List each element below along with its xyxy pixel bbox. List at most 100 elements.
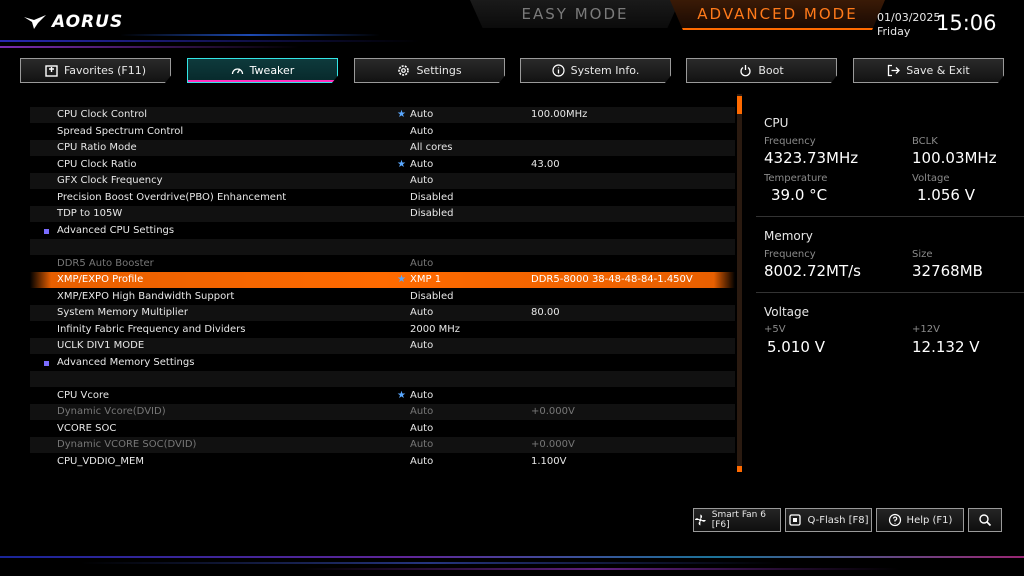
tab-settings[interactable]: Settings [354,58,505,83]
spacer-row [30,239,735,255]
setting-memory-multiplier[interactable]: System Memory Multiplier Auto 80.00 [30,305,735,321]
tab-boot[interactable]: Boot [686,58,837,83]
setting-cpu-clock-ratio[interactable]: CPU Clock Ratio ★ Auto 43.00 [30,157,735,173]
setting-value[interactable]: Auto [410,454,433,470]
setting-label: UCLK DIV1 MODE [57,340,145,351]
setting-value2: 1.100V [531,456,567,467]
memory-size-label: Size [912,249,933,260]
smart-fan-label: Smart Fan 6 [F6] [711,510,766,530]
favorites-icon [45,65,58,77]
help-button[interactable]: Help (F1) [876,508,964,532]
setting-value[interactable]: Disabled [410,206,453,222]
gear-icon [398,65,410,76]
hardware-monitor-panel: CPU Frequency 4323.73MHz BCLK 100.03MHz … [756,105,1024,475]
cpu-section-title: CPU [764,116,789,130]
setting-pbo-enhancement[interactable]: Precision Boost Overdrive(PBO) Enhanceme… [30,190,735,206]
setting-label: XMP/EXPO High Bandwidth Support [57,291,235,302]
panel-divider [756,292,1024,293]
setting-value[interactable]: Disabled [410,190,453,206]
info-icon [552,64,565,77]
setting-value2: +0.000V [531,439,575,450]
tab-label: Save & Exit [906,64,970,77]
qflash-button[interactable]: Q-Flash [F8] [785,508,872,532]
setting-dynamic-vcore-soc[interactable]: Dynamic VCORE SOC(DVID) Auto +0.000V [30,437,735,453]
tab-label: Tweaker [249,64,295,77]
v12-label: +12V [912,324,940,335]
setting-label: Advanced CPU Settings [57,225,175,236]
setting-value[interactable]: Disabled [410,289,453,305]
favorite-star-icon[interactable]: ★ [397,107,406,123]
tab-favorites[interactable]: Favorites (F11) [20,58,171,83]
scrollbar-thumb[interactable] [737,96,742,114]
setting-label: CPU Clock Control [57,109,148,120]
setting-value[interactable]: Auto [410,404,433,420]
setting-label: Spread Spectrum Control [57,126,184,137]
tab-label: Boot [758,64,784,77]
submenu-advanced-memory[interactable]: Advanced Memory Settings [30,355,735,371]
setting-xmp-expo-profile[interactable]: XMP/EXPO Profile ★ XMP 1 DDR5-8000 38-48… [30,272,735,288]
favorite-star-icon[interactable]: ★ [397,272,406,288]
smart-fan-button[interactable]: Smart Fan 6 [F6] [693,508,781,532]
setting-value[interactable]: All cores [410,140,452,156]
setting-value[interactable]: Auto [410,107,433,123]
qflash-icon [789,514,802,526]
tab-tweaker[interactable]: Tweaker [187,58,338,83]
speedometer-icon [231,68,243,75]
memory-frequency-value: 8002.72MT/s [764,262,862,280]
setting-value[interactable]: Auto [410,173,433,189]
setting-ddr5-auto-booster[interactable]: DDR5 Auto Booster Auto [30,256,735,272]
setting-uclk-div1[interactable]: UCLK DIV1 MODE Auto [30,338,735,354]
setting-value[interactable]: Auto [410,305,433,321]
setting-cpu-vcore[interactable]: CPU Vcore ★ Auto [30,388,735,404]
cpu-temperature-value: 39.0 °C [771,186,828,204]
v5-label: +5V [764,324,786,335]
memory-size-value: 32768MB [912,262,983,280]
mode-switch: EASY MODE ADVANCED MODE [470,0,900,30]
bclk-value: 100.03MHz [912,149,997,167]
settings-scrollbar[interactable] [737,94,742,472]
favorite-star-icon[interactable]: ★ [397,157,406,173]
setting-vcore-soc[interactable]: VCORE SOC Auto [30,421,735,437]
setting-label: Dynamic Vcore(DVID) [57,406,166,417]
setting-label: CPU Ratio Mode [57,142,137,153]
setting-tdp-105w[interactable]: TDP to 105W Disabled [30,206,735,222]
setting-value[interactable]: Auto [410,124,433,140]
tab-system-info[interactable]: System Info. [520,58,671,83]
setting-cpu-vddio-mem[interactable]: CPU_VDDIO_MEM Auto 1.100V [30,454,735,470]
setting-value[interactable]: Auto [410,256,433,272]
day-text: Friday [877,25,911,38]
setting-value[interactable]: XMP 1 [410,272,441,288]
setting-cpu-clock-control[interactable]: CPU Clock Control ★ Auto 100.00MHz [30,107,735,123]
setting-xmp-high-bandwidth[interactable]: XMP/EXPO High Bandwidth Support Disabled [30,289,735,305]
search-button[interactable] [968,508,1002,532]
setting-label: Dynamic VCORE SOC(DVID) [57,439,197,450]
setting-value[interactable]: Auto [410,338,433,354]
setting-value[interactable]: 2000 MHz [410,322,460,338]
setting-label: VCORE SOC [57,423,117,434]
setting-value[interactable]: Auto [410,437,433,453]
cpu-voltage-label: Voltage [912,173,950,184]
setting-value[interactable]: Auto [410,388,433,404]
setting-value2: +0.000V [531,406,575,417]
setting-value[interactable]: Auto [410,157,433,173]
setting-cpu-ratio-mode[interactable]: CPU Ratio Mode All cores [30,140,735,156]
favorite-star-icon[interactable]: ★ [397,388,406,404]
setting-value2: 43.00 [531,159,560,170]
advanced-mode-button[interactable]: ADVANCED MODE [670,0,885,30]
setting-value[interactable]: Auto [410,421,433,437]
tab-label: Favorites (F11) [63,64,147,77]
bclk-label: BCLK [912,136,938,147]
submenu-bullet-icon [44,361,49,366]
submenu-advanced-cpu[interactable]: Advanced CPU Settings [30,223,735,239]
setting-dynamic-vcore[interactable]: Dynamic Vcore(DVID) Auto +0.000V [30,404,735,420]
setting-gfx-clock[interactable]: GFX Clock Frequency Auto [30,173,735,189]
setting-spread-spectrum[interactable]: Spread Spectrum Control Auto [30,124,735,140]
setting-infinity-fabric[interactable]: Infinity Fabric Frequency and Dividers 2… [30,322,735,338]
setting-label: CPU_VDDIO_MEM [57,456,144,467]
main-tabs: Favorites (F11) Tweaker Settings System … [20,58,1004,84]
easy-mode-button[interactable]: EASY MODE [470,0,680,28]
cpu-frequency-value: 4323.73MHz [764,149,859,167]
help-label: Help (F1) [906,514,953,526]
tab-save-exit[interactable]: Save & Exit [853,58,1004,83]
search-icon [979,514,992,527]
